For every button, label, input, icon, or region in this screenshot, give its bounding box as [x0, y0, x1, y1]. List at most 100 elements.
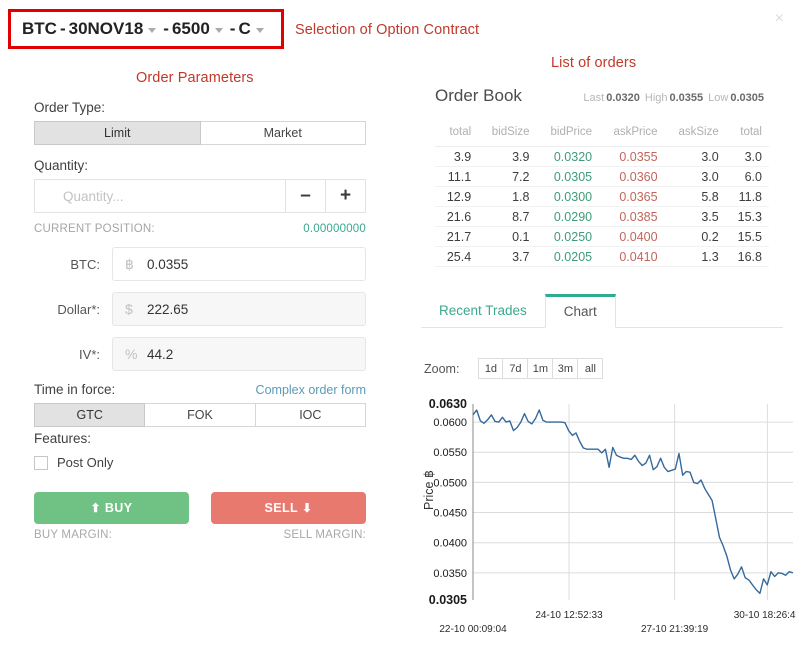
cell-askSize: 3.0	[665, 147, 726, 167]
quantity-decrement-button[interactable]: –	[285, 180, 325, 212]
features-label: Features:	[34, 431, 366, 446]
field-iv-input[interactable]: % 44.2	[112, 337, 366, 371]
zoom-range-1m[interactable]: 1m	[528, 358, 553, 379]
zoom-range-all[interactable]: all	[578, 358, 603, 379]
buy-button[interactable]: ⬆ BUY	[34, 492, 189, 524]
arrow-up-icon: ⬆	[91, 501, 101, 515]
contract-asset: BTC	[22, 19, 57, 39]
col-asksize: askSize	[665, 123, 726, 147]
cell-bidPrice: 0.0320	[536, 147, 599, 167]
order-form: Order Type: Limit Market Quantity: – + C…	[18, 88, 382, 600]
col-bidsize: bidSize	[478, 123, 536, 147]
cell-total: 11.1	[435, 167, 478, 187]
cell-bidPrice: 0.0250	[536, 227, 599, 247]
cell-total: 21.7	[435, 227, 478, 247]
contract-dash-2: -	[163, 19, 169, 39]
quantity-stepper: – +	[34, 179, 366, 213]
quantity-label: Quantity:	[34, 158, 366, 173]
cell-total: 21.6	[435, 207, 478, 227]
current-position-value: 0.00000000	[303, 223, 366, 235]
col-total-bid: total	[435, 123, 478, 147]
contract-dash-3: -	[230, 19, 236, 39]
tab-recent-trades[interactable]: Recent Trades	[421, 294, 545, 327]
zoom-label: Zoom:	[424, 362, 459, 376]
cell-askSize: 3.0	[665, 167, 726, 187]
cell-total: 15.5	[726, 227, 769, 247]
chart-y-axis-label: Price ฿	[421, 470, 436, 510]
annotation-order-book: List of orders	[551, 55, 636, 71]
x-tick-label: 30-10 18:26:40	[734, 610, 796, 621]
cell-bidPrice: 0.0300	[536, 187, 599, 207]
percent-icon: %	[125, 346, 147, 362]
field-dollar-input[interactable]: $ 222.65	[112, 292, 366, 326]
quantity-increment-button[interactable]: +	[325, 180, 365, 212]
tif-fok[interactable]: FOK	[145, 403, 255, 427]
sell-margin-label: SELL MARGIN:	[284, 529, 367, 541]
cell-bidSize: 8.7	[478, 207, 536, 227]
complex-order-form-link[interactable]: Complex order form	[256, 383, 366, 397]
y-tick-label: 0.0450	[433, 508, 467, 520]
chart-line-series	[473, 410, 793, 593]
field-dollar-label: Dollar*:	[34, 302, 112, 317]
dollar-icon: $	[125, 301, 147, 317]
zoom-range-3m[interactable]: 3m	[553, 358, 578, 379]
cell-bidPrice: 0.0205	[536, 247, 599, 267]
quantity-input[interactable]	[35, 180, 285, 212]
field-iv: IV*: % 44.2	[34, 337, 366, 371]
buy-margin-label: BUY MARGIN:	[34, 529, 112, 541]
close-icon[interactable]: ×	[775, 11, 784, 27]
annotation-order-parameters: Order Parameters	[136, 70, 254, 86]
time-in-force-toggle: GTC FOK IOC	[34, 403, 366, 427]
table-row[interactable]: 12.91.80.03000.03655.811.8	[435, 187, 769, 207]
annotation-contract: Selection of Option Contract	[295, 22, 479, 38]
field-iv-label: IV*:	[34, 347, 112, 362]
sell-button[interactable]: SELL ⬇	[211, 492, 366, 524]
tab-chart[interactable]: Chart	[545, 294, 616, 328]
y-tick-label: 0.0500	[433, 477, 467, 489]
contract-type[interactable]: C	[238, 19, 250, 39]
zoom-range-1d[interactable]: 1d	[478, 358, 503, 379]
tif-gtc[interactable]: GTC	[34, 403, 145, 427]
order-book-title: Order Book	[435, 86, 522, 106]
table-row[interactable]: 21.70.10.02500.04000.215.5	[435, 227, 769, 247]
chevron-down-icon-expiry[interactable]	[148, 28, 156, 33]
contract-selector[interactable]: BTC - 30NOV18 - 6500 - C	[13, 14, 279, 44]
tif-ioc[interactable]: IOC	[256, 403, 366, 427]
time-in-force-label: Time in force:	[34, 382, 115, 397]
order-type-limit[interactable]: Limit	[34, 121, 201, 145]
cell-total: 15.3	[726, 207, 769, 227]
cell-askPrice: 0.0360	[599, 167, 664, 187]
bitcoin-icon: ฿	[125, 256, 147, 273]
chart-zoom-controls: Zoom: 1d7d1m3mall	[424, 358, 603, 379]
order-book-stats: Last0.0320High0.0355Low0.0305	[583, 92, 769, 104]
table-row[interactable]: 21.68.70.02900.03853.515.3	[435, 207, 769, 227]
order-type-label: Order Type:	[34, 100, 366, 115]
table-row[interactable]: 25.43.70.02050.04101.316.8	[435, 247, 769, 267]
order-type-toggle: Limit Market	[34, 121, 366, 145]
current-position-row: CURRENT POSITION: 0.00000000	[34, 223, 366, 235]
post-only-row[interactable]: Post Only	[34, 455, 366, 470]
y-tick-label: 0.0600	[433, 417, 467, 429]
cell-askSize: 0.2	[665, 227, 726, 247]
cell-askPrice: 0.0400	[599, 227, 664, 247]
stat-high-value: 0.0355	[670, 92, 704, 104]
cell-total: 3.0	[726, 147, 769, 167]
field-btc-input[interactable]: ฿ 0.0355	[112, 247, 366, 281]
chevron-down-icon-strike[interactable]	[215, 28, 223, 33]
table-row[interactable]: 3.93.90.03200.03553.03.0	[435, 147, 769, 167]
zoom-range-7d[interactable]: 7d	[503, 358, 528, 379]
order-type-market[interactable]: Market	[201, 121, 367, 145]
panel-tabs: Recent Trades Chart	[421, 294, 783, 328]
post-only-checkbox[interactable]	[34, 456, 48, 470]
cell-bidPrice: 0.0305	[536, 167, 599, 187]
action-buttons: ⬆ BUY SELL ⬇	[34, 492, 366, 524]
current-position-label: CURRENT POSITION:	[34, 223, 155, 235]
contract-strike[interactable]: 6500	[172, 19, 210, 39]
chevron-down-icon-type[interactable]	[256, 28, 264, 33]
order-book-table: total bidSize bidPrice askPrice askSize …	[435, 123, 769, 267]
time-in-force-header: Time in force: Complex order form	[34, 382, 366, 397]
table-row[interactable]: 11.17.20.03050.03603.06.0	[435, 167, 769, 187]
x-tick-label: 22-10 00:09:04	[439, 624, 507, 635]
contract-expiry[interactable]: 30NOV18	[69, 19, 144, 39]
option-trading-window: × BTC - 30NOV18 - 6500 - C Selection of …	[0, 0, 796, 652]
